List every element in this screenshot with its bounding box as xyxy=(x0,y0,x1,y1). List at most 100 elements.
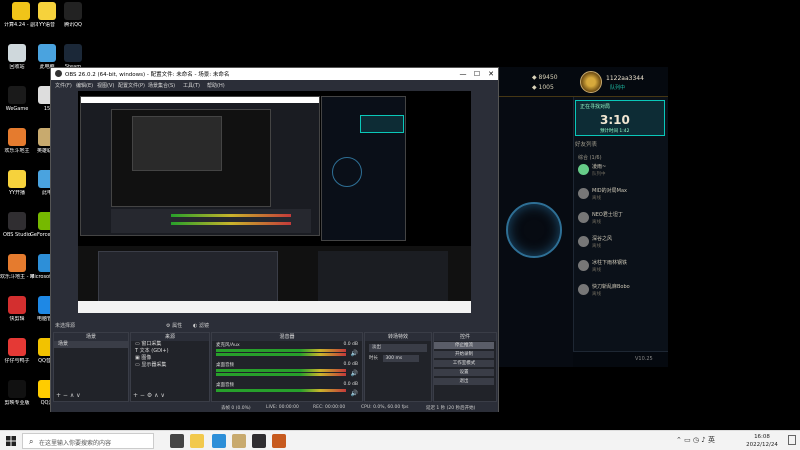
notification-icon[interactable] xyxy=(788,435,796,445)
friend-group-label[interactable]: 综合 (1/6) xyxy=(578,154,602,161)
scene-item[interactable]: 场景 xyxy=(54,341,128,348)
properties-button[interactable]: ⚙ 属性 xyxy=(166,322,182,329)
friend-item[interactable]: 凌雨~ 队列中 xyxy=(578,162,663,182)
desktop-icon-image xyxy=(8,296,26,314)
clock-date: 2022/12/24 xyxy=(746,442,778,448)
menu-profile[interactable]: 配置文件(P) xyxy=(118,82,145,89)
scenes-dock: 场景 场景 + − ∧ ∨ xyxy=(53,332,129,402)
desktop-icon-image xyxy=(8,212,26,230)
source-item[interactable]: T 文本 (GDI+) xyxy=(131,348,209,355)
desktop-icon[interactable]: YY开播 xyxy=(0,170,34,210)
desktop-icon-label: OBS Studio xyxy=(3,232,31,238)
friend-name: 快刀斩乱麻Bobo xyxy=(592,284,630,290)
source-item[interactable]: ▭ 窗口采集 xyxy=(131,341,209,348)
search-placeholder: 在这里输入你要搜索的内容 xyxy=(39,440,112,447)
desktop-icon[interactable]: 腾讯QQ xyxy=(56,2,90,42)
settings-button[interactable]: 设置 xyxy=(434,369,494,376)
start-recording-button[interactable]: 开始录制 xyxy=(434,351,494,358)
desktop-icon[interactable]: 欢乐斗地主 xyxy=(0,128,34,168)
audio-meter xyxy=(216,349,346,352)
volume-icon[interactable]: 🔊 xyxy=(351,350,358,357)
filters-button[interactable]: ◐ 滤镜 xyxy=(193,322,209,329)
windows-start-icon[interactable] xyxy=(6,436,16,446)
lol-icon[interactable] xyxy=(232,434,246,448)
desktop-icon-image xyxy=(64,44,82,62)
menu-scene-collection[interactable]: 场景集合(S) xyxy=(148,82,175,89)
lol-client-window: ◆ 89450 ◆ 1005 1122aa3344 队列中 正在寻找对局 3:1… xyxy=(497,67,668,367)
menu-edit[interactable]: 编辑(E) xyxy=(76,82,93,89)
obs-icon[interactable] xyxy=(252,434,266,448)
preview-nested-lol xyxy=(321,96,406,241)
desktop-icon-label: WeGame xyxy=(5,106,29,112)
cpu-usage: CPU: 0.0%, 60.00 fps xyxy=(361,405,409,410)
studio-mode-button[interactable]: 工作室模式 xyxy=(434,360,494,367)
desktop-icon[interactable]: 剪映专业版 xyxy=(0,380,34,420)
friend-status: 离线 xyxy=(592,268,601,273)
source-item[interactable]: ▣ 图像 xyxy=(131,355,209,362)
volume-icon[interactable]: 🔊 xyxy=(351,390,358,397)
desktop-icon-label: 快剪辑 xyxy=(9,316,25,322)
queue-timer: 3:10 xyxy=(600,113,630,127)
friend-item[interactable]: MID的对局Max 离线 xyxy=(578,186,663,206)
desktop-icon-label: 腾讯QQ xyxy=(64,22,82,28)
queue-status-panel[interactable]: 正在寻找对局 3:10 预计时间 1:42 xyxy=(575,100,665,136)
friend-item[interactable]: NEO君士坦丁 离线 xyxy=(578,210,663,230)
obs-statusbar: 丢帧 0 (0.0%) LIVE: 00:00:00 REC: 00:00:00… xyxy=(51,403,498,412)
scenes-add-remove-controls[interactable]: + − ∧ ∨ xyxy=(56,392,81,399)
sources-add-remove-controls[interactable]: + − ⚙ ∧ ∨ xyxy=(133,392,165,399)
preview-nested-capture-2 xyxy=(111,109,271,207)
file-explorer-icon[interactable] xyxy=(190,434,204,448)
close-button[interactable]: ✕ xyxy=(484,69,498,79)
clock-time: 16:08 xyxy=(754,434,770,440)
desktop-icon[interactable]: WeGame xyxy=(0,86,34,126)
friend-status: 离线 xyxy=(592,220,601,225)
obs-titlebar[interactable]: OBS 26.0.2 (64-bit, windows) - 配置文件: 未命名… xyxy=(51,68,498,80)
player-avatar[interactable] xyxy=(580,71,602,93)
friend-avatar xyxy=(578,236,589,247)
duration-field[interactable]: 300 ms xyxy=(383,355,420,362)
friend-item[interactable]: 冰柱下雨林钢铁 离线 xyxy=(578,258,663,278)
desktop-icon-image xyxy=(8,86,26,104)
menu-help[interactable]: 帮助(H) xyxy=(207,82,225,89)
mixer-channel: 麦克风/Aux 0.0 dB 🔊 xyxy=(216,342,358,357)
minimize-button[interactable]: — xyxy=(456,69,470,79)
transitions-dock: 转场特效 淡出 时长 300 ms xyxy=(364,332,432,402)
desktop-icon-label: 欢乐斗地主 xyxy=(4,148,30,154)
obs-window: OBS 26.0.2 (64-bit, windows) - 配置文件: 未命名… xyxy=(50,67,499,412)
friend-item[interactable]: 快刀斩乱麻Bobo 离线 xyxy=(578,282,663,302)
app-icon[interactable] xyxy=(272,434,286,448)
volume-icon[interactable]: 🔊 xyxy=(351,370,358,377)
taskbar: ⌕ 在这里输入你要搜索的内容 ⌃ ▭ ◷ ♪ 英 16:08 2022/12/2… xyxy=(0,430,800,450)
scenes-dock-title: 场景 xyxy=(54,333,128,341)
friend-item[interactable]: 深谷之风 离线 xyxy=(578,234,663,254)
social-bottombar: V10.25 xyxy=(573,351,668,367)
source-item[interactable]: ▭ 显示器采集 xyxy=(131,362,209,369)
menu-file[interactable]: 文件(F) xyxy=(55,82,72,89)
desktop-icon[interactable]: 欢乐斗地主 - 本地残局版 xyxy=(0,254,34,294)
friend-name: 深谷之风 xyxy=(592,236,613,242)
taskbar-search-input[interactable]: ⌕ 在这里输入你要搜索的内容 xyxy=(22,433,154,449)
desktop-icon[interactable]: 快剪辑 xyxy=(0,296,34,336)
lol-main-panel xyxy=(498,97,573,367)
desktop: 计算4.24 - 副本111YY语音腾讯QQ回收站此电脑SteamWeGame1… xyxy=(0,0,800,450)
desktop-icon[interactable]: 回收站 xyxy=(0,44,34,84)
controls-dock-title: 控件 xyxy=(434,333,496,341)
transition-select[interactable]: 淡出 xyxy=(369,344,427,352)
maximize-button[interactable]: ☐ xyxy=(470,69,484,79)
transition-duration-row: 时长 300 ms xyxy=(365,355,431,362)
mixer-channel: 桌面音频 0.0 dB 🔊 xyxy=(216,362,358,377)
desktop-icon[interactable]: 仔仔与鸭子 xyxy=(0,338,34,378)
desktop-icon[interactable]: OBS Studio xyxy=(0,212,34,252)
desktop-icon-image xyxy=(8,44,26,62)
edge-icon[interactable] xyxy=(212,434,226,448)
taskbar-clock[interactable]: 16:08 2022/12/24 xyxy=(742,433,782,449)
preview-bottom-border xyxy=(51,313,498,320)
stop-streaming-button[interactable]: 停止推流 xyxy=(434,342,494,349)
menu-tools[interactable]: 工具(T) xyxy=(183,82,200,89)
task-view-icon[interactable] xyxy=(170,434,184,448)
system-tray[interactable]: ⌃ ▭ ◷ ♪ 英 xyxy=(676,435,715,445)
menu-view[interactable]: 视图(V) xyxy=(97,82,114,89)
exit-button[interactable]: 退出 xyxy=(434,378,494,385)
obs-preview[interactable] xyxy=(78,91,471,313)
mixer-dock-title: 混音器 xyxy=(212,333,362,341)
